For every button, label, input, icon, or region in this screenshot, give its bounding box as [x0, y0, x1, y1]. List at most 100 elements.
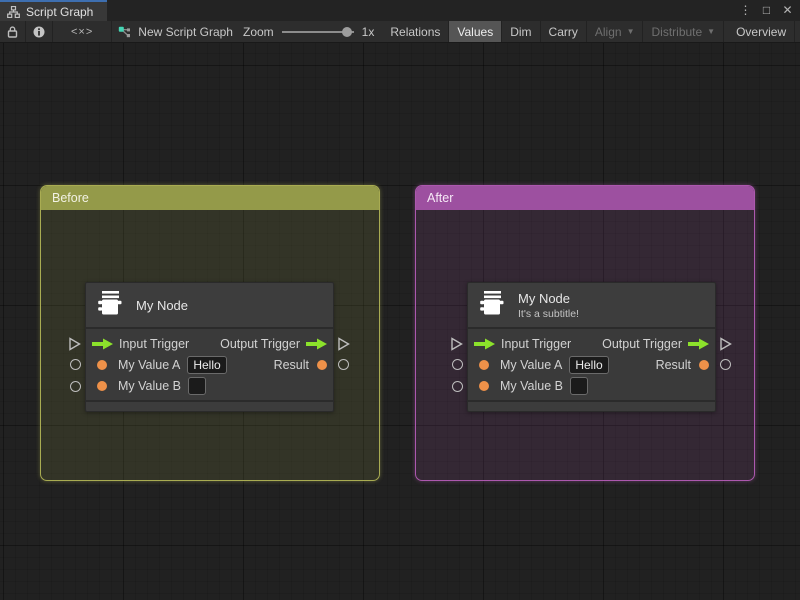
group-label: Before [52, 191, 89, 205]
window-controls: ⋮ □ ✕ [737, 0, 800, 21]
external-flow-port-icon[interactable] [450, 337, 463, 351]
carry-label: Carry [548, 24, 578, 39]
external-value-port-icon[interactable] [70, 381, 81, 392]
value-output-port-icon[interactable] [699, 359, 709, 370]
port-row-value-a: My Value A Hello Result [86, 354, 333, 375]
value-b-input[interactable] [188, 376, 206, 395]
toolbar-toggles: Relations Values Dim Carry Align ▼ Distr… [382, 21, 800, 42]
zoom-control: Zoom 1x [239, 21, 382, 42]
script-graph-window: Script Graph ⋮ □ ✕ <×> New Script Graph … [0, 0, 800, 600]
value-output-port-icon[interactable] [317, 359, 327, 370]
full-screen-button[interactable]: Full Screen [795, 21, 800, 42]
lock-button[interactable] [0, 21, 26, 42]
external-value-port-icon[interactable] [720, 359, 731, 370]
node-subtitle: It's a subtitle! [518, 307, 579, 320]
unit-node-icon [477, 288, 507, 323]
node-my-node-after: My Node It's a subtitle! Input Trigger O… [467, 282, 716, 412]
value-b-label: My Value B [118, 378, 181, 393]
inspector-button[interactable] [26, 21, 53, 42]
result-label: Result [273, 357, 309, 372]
node-titles: My Node [136, 298, 188, 313]
graph-canvas[interactable]: Before After My Node Input Trigger Outpu… [0, 43, 800, 600]
value-b-label: My Value B [500, 378, 563, 393]
tab-script-graph[interactable]: Script Graph [0, 0, 108, 21]
value-a-input[interactable]: Hello [187, 355, 227, 374]
value-input-port-icon[interactable] [479, 359, 489, 370]
flow-output-port-icon[interactable] [688, 338, 709, 350]
dim-label: Dim [510, 24, 532, 39]
graph-toolbar: <×> New Script Graph Zoom 1x Relations V… [0, 21, 800, 43]
value-b-input[interactable] [570, 376, 588, 395]
port-row-value-b: My Value B [86, 375, 333, 396]
dropdown-caret-icon: ▼ [707, 27, 716, 36]
overview-button[interactable]: Overview [728, 21, 796, 42]
output-trigger-label: Output Trigger [602, 336, 682, 351]
node-header[interactable]: My Node It's a subtitle! [468, 283, 715, 329]
overview-label: Overview [736, 24, 787, 39]
zoom-slider-thumb[interactable] [341, 26, 352, 37]
unit-node-icon [95, 288, 125, 323]
value-input-port-icon[interactable] [97, 359, 107, 370]
node-body: Input Trigger Output Trigger My Value A … [468, 329, 715, 400]
external-value-port-icon[interactable] [338, 359, 349, 370]
graph-asset-icon [118, 26, 131, 38]
tab-title: Script Graph [26, 4, 94, 19]
group-after-header[interactable]: After [416, 186, 754, 210]
input-trigger-label: Input Trigger [501, 336, 572, 351]
maximize-icon[interactable]: □ [758, 1, 775, 20]
port-row-trigger: Input Trigger Output Trigger [86, 333, 333, 354]
breadcrumb-new-script-graph[interactable]: New Script Graph [112, 21, 239, 42]
graph-name-label: New Script Graph [138, 24, 233, 39]
values-label: Values [457, 24, 494, 39]
node-my-node-before: My Node Input Trigger Output Trigger My … [85, 282, 334, 412]
value-a-input[interactable]: Hello [569, 355, 609, 374]
external-flow-port-icon[interactable] [719, 337, 732, 351]
value-input-port-icon[interactable] [97, 380, 107, 391]
external-flow-port-icon[interactable] [68, 337, 81, 351]
dropdown-caret-icon: ▼ [626, 27, 635, 36]
distribute-dropdown[interactable]: Distribute ▼ [643, 21, 725, 42]
relations-button[interactable]: Relations [382, 21, 450, 42]
value-a-label: My Value A [118, 357, 181, 372]
node-footer [86, 400, 333, 411]
flow-input-port-icon[interactable] [474, 338, 495, 350]
group-before-header[interactable]: Before [41, 186, 379, 210]
tab-bar: Script Graph ⋮ □ ✕ [0, 0, 800, 21]
values-button[interactable]: Values [449, 21, 503, 42]
zoom-value: 1x [361, 24, 375, 39]
dim-button[interactable]: Dim [502, 21, 541, 42]
node-title: My Node [518, 290, 571, 306]
code-view-button[interactable]: <×> [53, 21, 113, 42]
result-label: Result [655, 357, 691, 372]
external-value-port-icon[interactable] [452, 359, 463, 370]
align-label: Align [594, 24, 622, 39]
close-icon[interactable]: ✕ [779, 1, 796, 20]
port-row-value-b: My Value B [468, 375, 715, 396]
align-dropdown[interactable]: Align ▼ [587, 21, 644, 42]
value-a-label: My Value A [500, 357, 563, 372]
flow-output-port-icon[interactable] [306, 338, 327, 350]
external-value-port-icon[interactable] [70, 359, 81, 370]
group-label: After [427, 191, 454, 205]
port-row-value-a: My Value A Hello Result [468, 354, 715, 375]
output-trigger-label: Output Trigger [220, 336, 300, 351]
code-icon: <×> [71, 25, 94, 38]
zoom-slider[interactable] [281, 26, 354, 37]
flow-input-port-icon[interactable] [92, 338, 113, 350]
menu-icon[interactable]: ⋮ [737, 1, 754, 20]
node-footer [468, 400, 715, 411]
external-flow-port-icon[interactable] [337, 337, 350, 351]
node-titles: My Node It's a subtitle! [518, 291, 579, 320]
zoom-label: Zoom [242, 24, 274, 39]
node-body: Input Trigger Output Trigger My Value A … [86, 329, 333, 400]
lock-icon [7, 25, 18, 38]
info-icon [33, 26, 45, 38]
port-row-trigger: Input Trigger Output Trigger [468, 333, 715, 354]
node-title: My Node [136, 297, 189, 313]
relations-label: Relations [390, 24, 441, 39]
node-header[interactable]: My Node [86, 283, 333, 329]
carry-button[interactable]: Carry [541, 21, 587, 42]
distribute-label: Distribute [651, 24, 703, 39]
external-value-port-icon[interactable] [452, 381, 463, 392]
value-input-port-icon[interactable] [479, 380, 489, 391]
